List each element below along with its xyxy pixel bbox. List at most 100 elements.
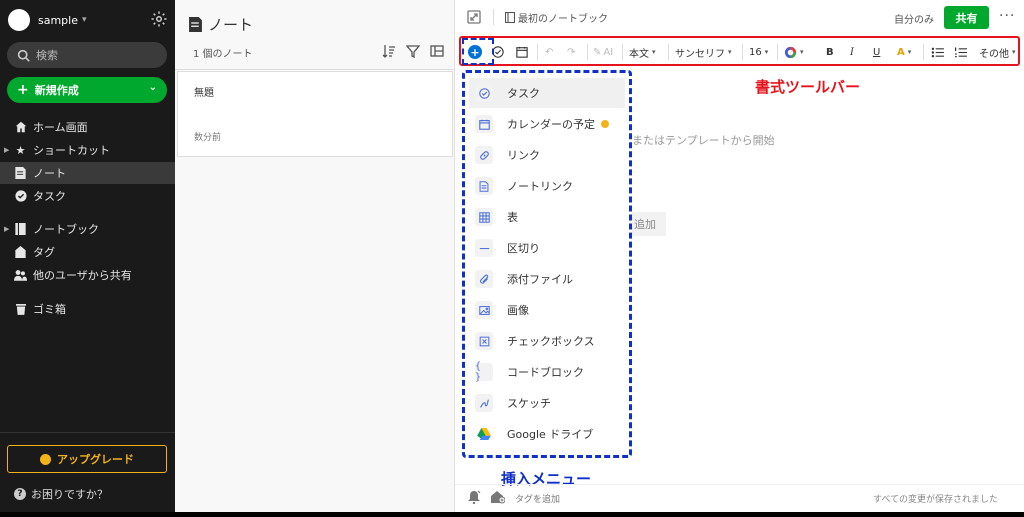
people-icon [14,269,27,282]
sidebar-item-shared[interactable]: 他のユーザから共有 [0,264,175,286]
note-list: ノート 1 個のノート 無題 数分前 [175,0,455,512]
account-name: sample [38,13,78,27]
sketch-icon [475,394,493,412]
menu-item-link[interactable]: リンク [469,140,625,170]
divider-icon [475,239,493,257]
window-bottom-bar [0,512,1024,517]
note-card[interactable]: 無題 数分前 [177,71,453,157]
sidebar-item-notes[interactable]: ノート [0,162,175,184]
redo-icon: ↷ [567,46,576,58]
search-input[interactable]: 検索 [7,42,167,68]
ai-button[interactable]: ✎ AI [593,43,613,61]
sidebar-item-trash[interactable]: ゴミ箱 [0,298,175,320]
help-label: お困りですか？ [31,488,108,501]
menu-item-label: 画像 [507,304,529,317]
menu-item-code-block[interactable]: { } コードブロック [469,357,625,387]
help-link[interactable]: ? お困りですか？ [14,486,108,502]
text-style-dropdown[interactable]: 本文 ▾ [629,43,656,61]
reminder-bell-icon[interactable] [467,490,481,505]
notebook-icon [505,12,515,23]
filter-icon[interactable] [406,44,420,58]
ai-label: AI [603,46,614,58]
redo-button[interactable]: ↷ [567,43,575,61]
upgrade-icon [40,453,51,465]
upgrade-button[interactable]: アップグレード [7,445,167,473]
menu-item-note-link[interactable]: ノートリンク [469,171,625,201]
template-hint[interactable]: またはテンプレートから開始 [632,132,775,148]
expand-arrow-icon[interactable]: ▶ [4,146,9,154]
italic-button[interactable]: I [850,43,854,61]
sidebar-item-tasks[interactable]: タスク [0,185,175,207]
sidebar-item-tags[interactable]: タグ [0,241,175,263]
sidebar-item-shortcuts[interactable]: ▶ ★ ショートカット [0,139,175,161]
chevron-down-icon: ▾ [82,15,87,25]
menu-item-checkbox[interactable]: チェックボックス [469,326,625,356]
account-menu[interactable]: sample ▾ [8,8,168,32]
highlight-button[interactable]: A ▾ [897,43,911,61]
font-dropdown[interactable]: サンセリフ ▾ [675,43,732,61]
view-options-icon[interactable] [430,44,444,58]
more-options-icon[interactable]: ··· [999,8,1015,24]
plus-icon: + [17,82,29,98]
visibility-label[interactable]: 自分のみ [894,11,934,26]
note-count: 1 個のノート [193,49,253,60]
notebook-link[interactable]: 最初のノートブック [505,10,608,25]
editor-header: 最初のノートブック 自分のみ 共有 ··· [455,0,1024,34]
menu-item-task[interactable]: タスク [469,78,625,108]
tag-icon [14,246,27,259]
ai-icon: ✎ [593,46,602,58]
note-link-icon [475,177,493,195]
menu-item-sketch[interactable]: スケッチ [469,388,625,418]
menu-item-label: カレンダーの予定 [507,118,595,131]
sort-icon[interactable] [382,44,396,58]
google-drive-icon [475,425,493,443]
divider [777,44,778,60]
gear-icon[interactable] [150,10,168,28]
calendar-button[interactable] [516,43,528,61]
chevron-down-icon[interactable]: ⌄ [149,82,157,93]
font-size-dropdown[interactable]: 16 ▾ [749,43,768,61]
chevron-down-icon: ▾ [1012,48,1016,56]
numbered-list-button[interactable] [954,43,967,61]
attachment-icon [475,270,493,288]
note-icon [14,167,27,180]
expand-icon[interactable] [467,10,481,24]
menu-item-table[interactable]: 表 [469,202,625,232]
note-title: 無題 [194,88,214,99]
code-block-icon: { } [475,361,493,383]
menu-item-calendar[interactable]: カレンダーの予定 [469,109,625,139]
calendar-icon [516,46,528,58]
add-button[interactable]: 追加 [632,212,666,236]
bullet-list-button[interactable] [931,43,944,61]
note-list-title: ノート [208,16,254,34]
tag-icon[interactable] [491,490,506,504]
menu-item-image[interactable]: 画像 [469,295,625,325]
home-icon [14,121,27,134]
search-placeholder: 検索 [36,49,58,62]
table-icon [475,208,493,226]
add-tag-link[interactable]: タグを追加 [515,492,560,505]
sidebar-item-notebooks[interactable]: ▶ ノートブック [0,218,175,240]
menu-item-label: タスク [507,87,540,100]
chevron-down-icon: ▾ [652,48,656,56]
text-color-button[interactable]: ▾ [784,43,804,61]
more-formatting-dropdown[interactable]: その他 ▾ [979,43,1016,61]
numbered-list-icon [955,46,967,57]
bold-button[interactable]: B [826,43,834,61]
menu-item-divider[interactable]: 区切り [469,233,625,263]
menu-item-google-drive[interactable]: Google ドライブ [469,419,625,449]
menu-item-label: Google ドライブ [507,428,594,441]
undo-button[interactable]: ↶ [545,43,553,61]
undo-icon: ↶ [545,46,554,58]
menu-item-attachment[interactable]: 添付ファイル [469,264,625,294]
new-note-button[interactable]: + 新規作成 ⌄ [7,77,167,103]
underline-button[interactable]: U [873,43,880,61]
share-button[interactable]: 共有 [944,6,989,29]
star-icon: ★ [15,143,26,157]
toolbar-annotation: 書式ツールバー [755,78,861,96]
sidebar-item-label: タスク [33,190,66,203]
expand-arrow-icon[interactable]: ▶ [4,225,9,233]
sidebar-item-home[interactable]: ホーム画面 [0,116,175,138]
task-icon [475,84,493,102]
font-label: サンセリフ [675,48,725,60]
